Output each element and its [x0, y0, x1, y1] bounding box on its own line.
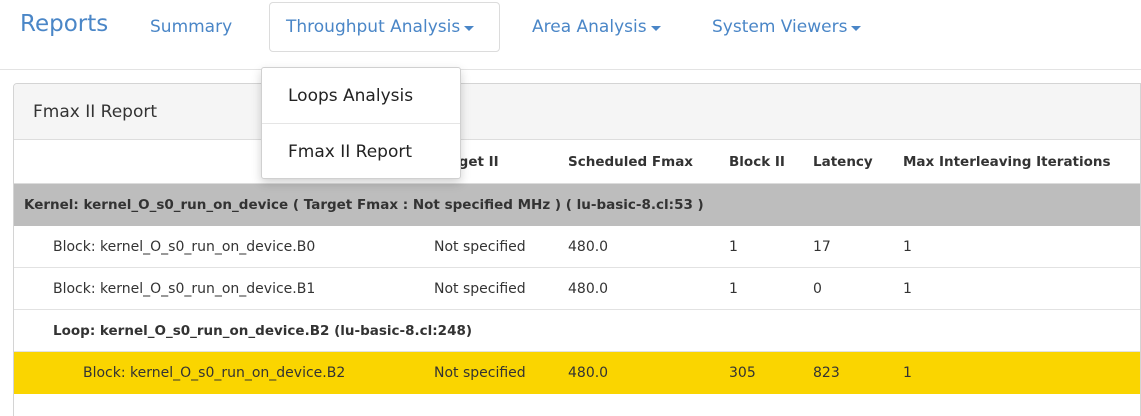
target-ii-value: Not specified	[434, 238, 526, 255]
panel-title: Fmax II Report	[33, 101, 158, 122]
fmax-value: 480.0	[568, 238, 609, 255]
nav-summary-label: Summary	[150, 17, 233, 37]
loop-row[interactable]: Loop: kernel_O_s0_run_on_device.B2 (lu-b…	[14, 310, 1140, 352]
top-navbar: Reports Summary Throughput Analysis Area…	[0, 0, 1141, 70]
latency-value: 0	[813, 280, 822, 297]
table-row[interactable]: Block: kernel_O_s0_run_on_device.B0 Not …	[14, 226, 1140, 268]
fmax-value: 480.0	[568, 364, 609, 381]
loop-row-label: Loop: kernel_O_s0_run_on_device.B2 (lu-b…	[53, 322, 473, 339]
throughput-dropdown-menu: Loops Analysis Fmax II Report	[261, 67, 461, 179]
block-name: Block: kernel_O_s0_run_on_device.B2	[83, 364, 346, 381]
header-latency[interactable]: Latency	[813, 140, 873, 183]
max-interleaving-value: 1	[903, 238, 912, 255]
nav-area-analysis[interactable]: Area Analysis	[532, 2, 661, 52]
highlighted-table-row[interactable]: Block: kernel_O_s0_run_on_device.B2 Not …	[14, 352, 1140, 394]
target-ii-value: Not specified	[434, 364, 526, 381]
table-header-row: rget II Scheduled Fmax Block II Latency …	[14, 140, 1140, 184]
max-interleaving-value: 1	[903, 364, 912, 381]
table-row[interactable]: Block: kernel_O_s0_run_on_device.B1 Not …	[14, 268, 1140, 310]
header-max-interleaving[interactable]: Max Interleaving Iterations	[903, 140, 1111, 183]
caret-down-icon	[851, 25, 862, 31]
nav-throughput-analysis[interactable]: Throughput Analysis	[269, 2, 500, 52]
latency-value: 823	[813, 364, 840, 381]
nav-throughput-label: Throughput Analysis	[286, 17, 461, 37]
nav-area-label: Area Analysis	[532, 17, 647, 37]
block-ii-value: 1	[729, 238, 738, 255]
max-interleaving-value: 1	[903, 280, 912, 297]
block-ii-value: 1	[729, 280, 738, 297]
fmax-value: 480.0	[568, 280, 609, 297]
block-name: Block: kernel_O_s0_run_on_device.B1	[53, 280, 316, 297]
reports-brand-link[interactable]: Reports	[20, 11, 108, 37]
caret-down-icon	[464, 25, 475, 31]
header-block-ii[interactable]: Block II	[729, 140, 785, 183]
fmax-report-panel: Fmax II Report rget II Scheduled Fmax Bl…	[13, 83, 1141, 416]
panel-heading: Fmax II Report	[14, 84, 1140, 140]
fmax-table: rget II Scheduled Fmax Block II Latency …	[14, 140, 1140, 394]
nav-system-viewers[interactable]: System Viewers	[712, 2, 862, 52]
header-scheduled-fmax[interactable]: Scheduled Fmax	[568, 140, 693, 183]
menu-item-loops-analysis[interactable]: Loops Analysis	[262, 68, 460, 123]
latency-value: 17	[813, 238, 831, 255]
menu-item-fmax-report[interactable]: Fmax II Report	[262, 124, 460, 179]
block-name: Block: kernel_O_s0_run_on_device.B0	[53, 238, 316, 255]
caret-down-icon	[650, 25, 661, 31]
kernel-row-label: Kernel: kernel_O_s0_run_on_device ( Targ…	[24, 196, 704, 213]
target-ii-value: Not specified	[434, 280, 526, 297]
nav-system-label: System Viewers	[712, 17, 848, 37]
kernel-row[interactable]: Kernel: kernel_O_s0_run_on_device ( Targ…	[14, 184, 1140, 226]
nav-summary[interactable]: Summary	[150, 2, 232, 52]
block-ii-value: 305	[729, 364, 756, 381]
